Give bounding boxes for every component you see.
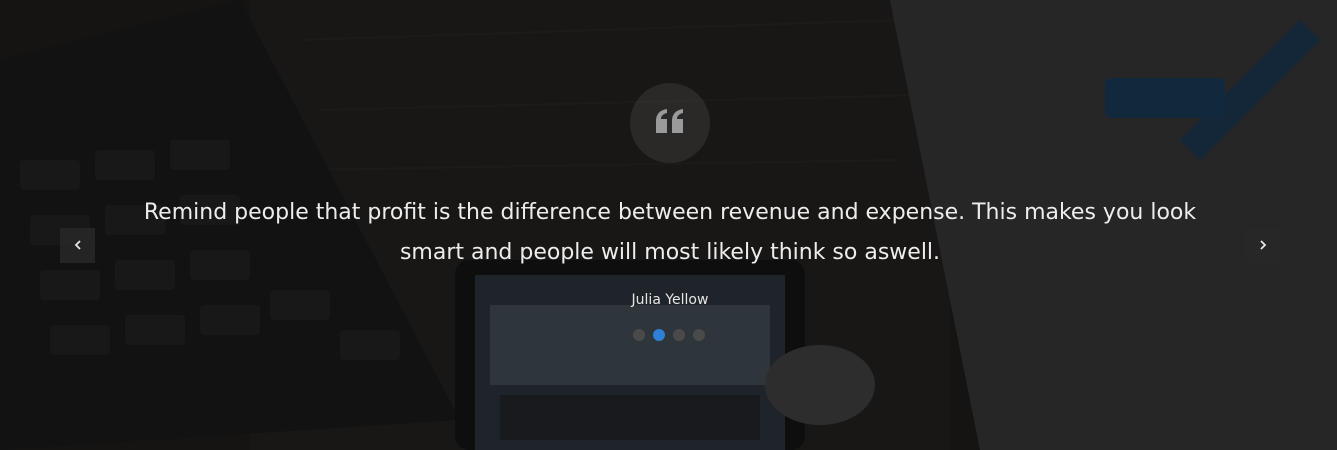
quote-left-icon	[656, 109, 684, 137]
pagination-dot-4[interactable]	[693, 329, 705, 341]
slider-pagination	[633, 329, 705, 341]
quote-badge	[630, 83, 710, 163]
pagination-dot-3[interactable]	[673, 329, 685, 341]
next-slide-button[interactable]	[1245, 228, 1280, 263]
pagination-dot-2[interactable]	[653, 329, 665, 341]
chevron-left-icon	[74, 238, 82, 253]
testimonial-section: Remind people that profit is the differe…	[0, 0, 1337, 450]
chevron-right-icon	[1259, 238, 1267, 253]
testimonial-author: Julia Yellow	[631, 292, 709, 308]
testimonial-slider: Remind people that profit is the differe…	[0, 0, 1337, 450]
testimonial-quote: Remind people that profit is the differe…	[143, 200, 1197, 265]
pagination-dot-1[interactable]	[633, 329, 645, 341]
previous-slide-button[interactable]	[60, 228, 95, 263]
